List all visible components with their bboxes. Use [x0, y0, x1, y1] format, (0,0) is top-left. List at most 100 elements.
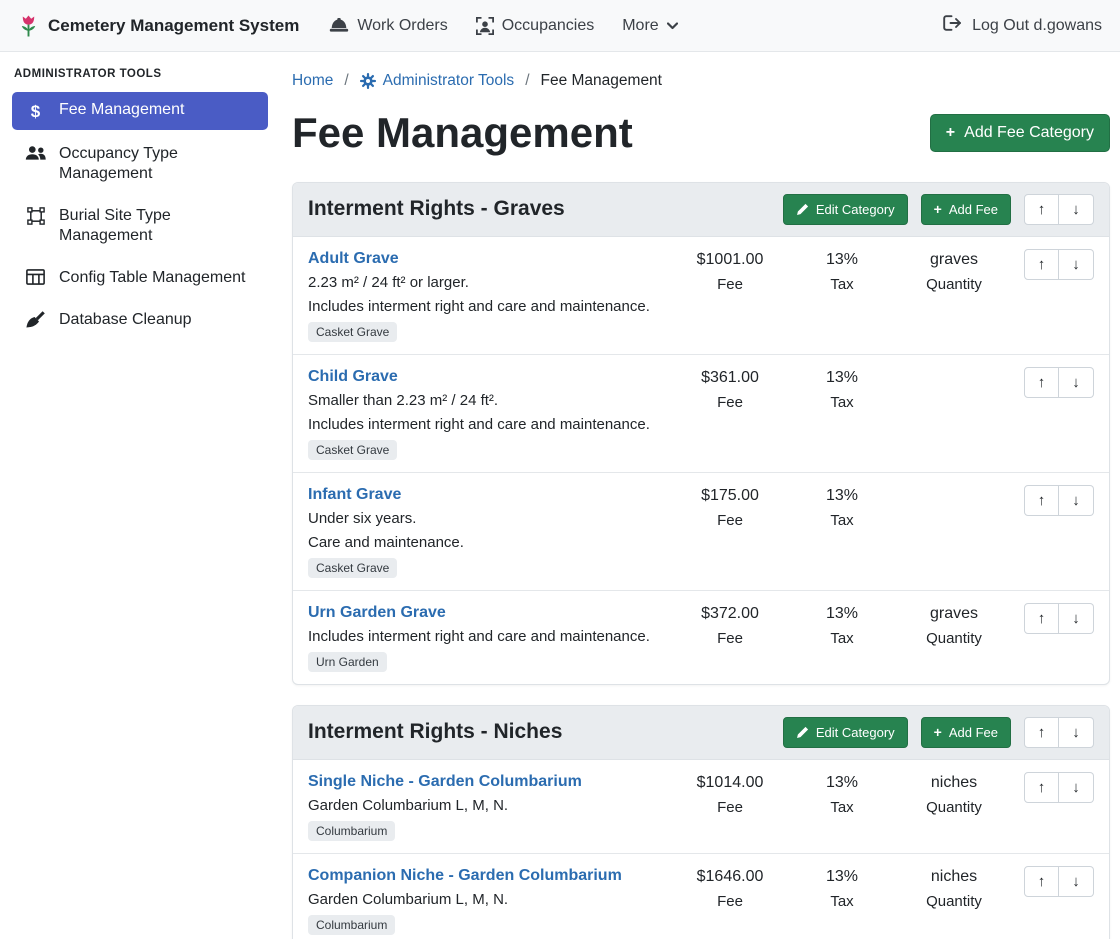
sidebar-item-label: Occupancy Type Management	[59, 144, 256, 184]
move-fee-down-button[interactable]: ↓	[1059, 603, 1094, 634]
fee-type-badge: Casket Grave	[308, 440, 397, 460]
fee-tax-label: Tax	[794, 276, 890, 294]
move-category-down-button[interactable]: ↓	[1059, 194, 1094, 225]
fee-description: Care and maintenance.	[308, 533, 666, 552]
sidebar-item-fee-management[interactable]: $ Fee Management	[12, 92, 268, 130]
fee-description: 2.23 m² / 24 ft² or larger.	[308, 273, 666, 292]
move-category-up-button[interactable]: ↑	[1024, 194, 1059, 225]
fee-info: Companion Niche - Garden Columbarium Gar…	[308, 866, 666, 935]
nav-label: Work Orders	[357, 17, 447, 35]
move-category-down-button[interactable]: ↓	[1059, 717, 1094, 748]
logout-link[interactable]: Log Out d.gowans	[943, 15, 1102, 36]
fee-name-link[interactable]: Infant Grave	[308, 485, 401, 505]
move-fee-up-button[interactable]: ↑	[1024, 866, 1059, 897]
edit-category-button[interactable]: Edit Category	[783, 717, 908, 748]
fee-description: Smaller than 2.23 m² / 24 ft².	[308, 391, 666, 410]
nav-occupancies[interactable]: Occupancies	[476, 17, 595, 35]
fee-name-link[interactable]: Urn Garden Grave	[308, 603, 446, 623]
gear-icon	[360, 73, 376, 89]
fee-quantity	[898, 367, 1010, 368]
move-fee-down-button[interactable]: ↓	[1059, 367, 1094, 398]
fee-quantity-value: niches	[898, 867, 1010, 887]
add-fee-button[interactable]: + Add Fee	[921, 194, 1011, 225]
fee-name-link[interactable]: Adult Grave	[308, 249, 399, 269]
fee-description: Under six years.	[308, 509, 666, 528]
fee-quantity-label: Quantity	[898, 799, 1010, 817]
fee-tax-value: 13%	[794, 773, 890, 793]
breadcrumb-admin-tools-link[interactable]: Administrator Tools	[383, 72, 515, 90]
fee-type-badge: Columbarium	[308, 821, 395, 841]
sidebar-heading: Administrator Tools	[0, 68, 280, 80]
fee-reorder-controls: ↑ ↓	[1024, 866, 1094, 897]
fee-amount: $1001.00 Fee	[674, 249, 786, 294]
fee-description: Includes interment right and care and ma…	[308, 627, 666, 646]
fee-name-link[interactable]: Companion Niche - Garden Columbarium	[308, 866, 622, 886]
sidebar-item-label: Config Table Management	[59, 268, 246, 288]
sidebar-item-config-table-management[interactable]: Config Table Management	[12, 260, 268, 296]
move-fee-down-button[interactable]: ↓	[1059, 249, 1094, 280]
fee-amount-label: Fee	[674, 630, 786, 648]
add-fee-button[interactable]: + Add Fee	[921, 717, 1011, 748]
fee-amount: $361.00 Fee	[674, 367, 786, 412]
edit-category-label: Edit Category	[816, 202, 895, 217]
fee-quantity: graves Quantity	[898, 249, 1010, 294]
broom-icon	[24, 311, 47, 329]
fee-type-badge: Columbarium	[308, 915, 395, 935]
fee-reorder-controls: ↑ ↓	[1024, 485, 1094, 516]
fee-amount: $372.00 Fee	[674, 603, 786, 648]
move-fee-up-button[interactable]: ↑	[1024, 367, 1059, 398]
category-reorder-controls: ↑ ↓	[1024, 717, 1094, 748]
logout-label: Log Out d.gowans	[972, 17, 1102, 35]
fee-tax-value: 13%	[794, 604, 890, 624]
pencil-icon	[796, 726, 809, 739]
fee-type-badge: Urn Garden	[308, 652, 387, 672]
move-fee-down-button[interactable]: ↓	[1059, 772, 1094, 803]
edit-category-button[interactable]: Edit Category	[783, 194, 908, 225]
breadcrumb: Home / Administrator Tool	[292, 72, 1110, 90]
add-fee-category-label: Add Fee Category	[964, 124, 1094, 142]
fee-tax: 13% Tax	[794, 603, 890, 648]
move-fee-up-button[interactable]: ↑	[1024, 772, 1059, 803]
fee-name-link[interactable]: Single Niche - Garden Columbarium	[308, 772, 582, 792]
move-fee-up-button[interactable]: ↑	[1024, 603, 1059, 634]
fee-amount-value: $1014.00	[674, 773, 786, 793]
sidebar-item-database-cleanup[interactable]: Database Cleanup	[12, 302, 268, 338]
people-icon	[24, 145, 47, 161]
fee-quantity-label: Quantity	[898, 276, 1010, 294]
move-fee-down-button[interactable]: ↓	[1059, 485, 1094, 516]
fee-name-link[interactable]: Child Grave	[308, 367, 398, 387]
admin-sidebar: Administrator Tools $ Fee Management Occ…	[0, 52, 280, 939]
sidebar-item-occupancy-type-management[interactable]: Occupancy Type Management	[12, 136, 268, 192]
fee-reorder-controls: ↑ ↓	[1024, 603, 1094, 634]
pencil-icon	[796, 203, 809, 216]
move-fee-up-button[interactable]: ↑	[1024, 485, 1059, 516]
fee-quantity-value: niches	[898, 773, 1010, 793]
fee-amount-label: Fee	[674, 394, 786, 412]
fee-type-badge: Casket Grave	[308, 322, 397, 342]
add-fee-label: Add Fee	[949, 202, 998, 217]
sidebar-item-burial-site-type-management[interactable]: Burial Site Type Management	[12, 198, 268, 254]
plus-icon: +	[946, 125, 955, 141]
fee-amount-value: $361.00	[674, 368, 786, 388]
nav-work-orders[interactable]: Work Orders	[329, 17, 447, 35]
fee-amount-value: $1646.00	[674, 867, 786, 887]
move-fee-up-button[interactable]: ↑	[1024, 249, 1059, 280]
fee-description: Includes interment right and care and ma…	[308, 297, 666, 316]
fee-row: Adult Grave 2.23 m² / 24 ft² or larger. …	[293, 237, 1109, 355]
fee-row: Infant Grave Under six years. Care and m…	[293, 473, 1109, 591]
fee-quantity-value: graves	[898, 604, 1010, 624]
fee-quantity-label: Quantity	[898, 630, 1010, 648]
fee-row: Urn Garden Grave Includes interment righ…	[293, 591, 1109, 684]
add-fee-category-button[interactable]: + Add Fee Category	[930, 114, 1110, 152]
fee-info: Adult Grave 2.23 m² / 24 ft² or larger. …	[308, 249, 666, 342]
app-title: Cemetery Management System	[48, 16, 299, 36]
fee-tax-label: Tax	[794, 799, 890, 817]
fee-row: Companion Niche - Garden Columbarium Gar…	[293, 854, 1109, 939]
nav-more[interactable]: More	[622, 17, 677, 35]
breadcrumb-separator: /	[344, 72, 348, 90]
breadcrumb-home-link[interactable]: Home	[292, 72, 333, 90]
fee-type-badge: Casket Grave	[308, 558, 397, 578]
move-category-up-button[interactable]: ↑	[1024, 717, 1059, 748]
move-fee-down-button[interactable]: ↓	[1059, 866, 1094, 897]
table-icon	[24, 269, 47, 285]
